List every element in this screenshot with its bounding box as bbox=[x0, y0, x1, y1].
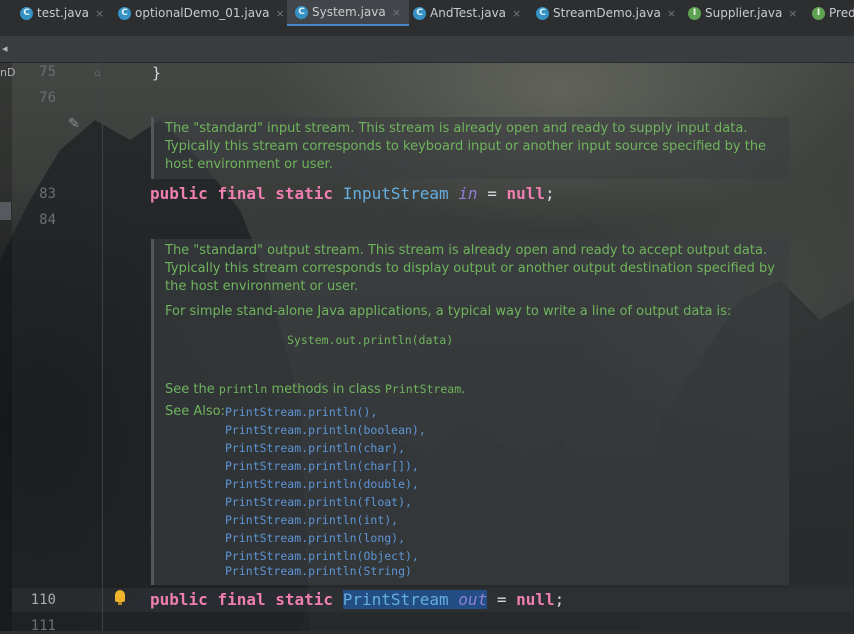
doc-para-2: For simple stand-alone Java applications… bbox=[165, 304, 732, 319]
see-also-link[interactable]: PrintStream.println(double), bbox=[225, 475, 426, 493]
field-name[interactable]: out bbox=[458, 590, 487, 609]
code-line-out-field[interactable]: public final static PrintStream out = nu… bbox=[150, 590, 564, 609]
keyword: public bbox=[150, 590, 208, 609]
javadoc-out-stream: The "standard" output stream. This strea… bbox=[151, 239, 789, 585]
tab-optionaldemo-java[interactable]: C optionalDemo_01.java × bbox=[118, 0, 285, 26]
class-icon: C bbox=[536, 6, 549, 20]
see-also-links: PrintStream.println(), PrintStream.print… bbox=[225, 403, 426, 578]
line-number: 75 bbox=[39, 64, 56, 80]
line-number: 111 bbox=[30, 618, 56, 634]
tab-test-java[interactable]: C test.java × bbox=[20, 0, 104, 26]
see-also-link[interactable]: PrintStream.println(long), bbox=[225, 529, 426, 547]
keyword: final bbox=[217, 590, 266, 609]
see-also-link[interactable]: PrintStream.println(char), bbox=[225, 439, 426, 457]
line-number: 110 bbox=[30, 592, 56, 608]
gutter-separator bbox=[102, 62, 103, 631]
semicolon: ; bbox=[554, 590, 565, 609]
close-icon[interactable]: × bbox=[392, 6, 401, 19]
see-also-label: See Also: bbox=[165, 404, 225, 419]
doc-example-code: System.out.println(data) bbox=[287, 333, 454, 347]
keyword: public bbox=[150, 184, 208, 203]
tab-label: System.java bbox=[312, 5, 386, 19]
close-icon[interactable]: × bbox=[512, 7, 521, 20]
tab-streamdemo-java[interactable]: C StreamDemo.java × bbox=[536, 0, 676, 26]
field-name[interactable]: in bbox=[458, 184, 477, 203]
operator: = bbox=[477, 184, 507, 203]
see-also-link[interactable]: PrintStream.println(), bbox=[225, 403, 426, 421]
interface-icon: I bbox=[688, 6, 701, 20]
tab-label: Supplier.java bbox=[705, 6, 783, 20]
class-icon: C bbox=[413, 6, 426, 20]
type-name[interactable]: InputStream bbox=[343, 184, 449, 203]
semicolon: ; bbox=[545, 184, 555, 203]
see-also-link[interactable]: PrintStream.println(float), bbox=[225, 493, 426, 511]
keyword: static bbox=[275, 184, 334, 203]
close-icon[interactable]: × bbox=[667, 7, 676, 20]
see-also-link[interactable]: PrintStream.println(int), bbox=[225, 511, 426, 529]
selected-text[interactable]: PrintStream out bbox=[342, 590, 488, 609]
javadoc-in-stream: The "standard" input stream. This stream… bbox=[151, 117, 789, 179]
keyword: final bbox=[217, 184, 266, 203]
see-also-link[interactable]: PrintStream.println(boolean), bbox=[225, 421, 426, 439]
doc-code: PrintStream bbox=[384, 382, 462, 396]
tab-label: StreamDemo.java bbox=[553, 6, 661, 20]
see-also-section: See Also: PrintStream.println(), PrintSt… bbox=[165, 403, 789, 578]
doc-text: See the bbox=[165, 382, 219, 397]
null-literal: null bbox=[516, 590, 555, 609]
class-icon: C bbox=[118, 6, 131, 20]
operator: = bbox=[487, 590, 517, 609]
editor-tab-strip bbox=[0, 36, 854, 63]
project-panel-edge[interactable]: nD bbox=[0, 62, 15, 631]
tab-supplier-java[interactable]: I Supplier.java × bbox=[688, 0, 798, 26]
see-also-link[interactable]: PrintStream.println(char[]), bbox=[225, 457, 426, 475]
tab-andtest-java[interactable]: C AndTest.java × bbox=[413, 0, 521, 26]
see-also-link[interactable]: PrintStream.println(String) bbox=[225, 565, 426, 578]
doc-text: methods in class bbox=[267, 382, 385, 397]
doc-para-1: The "standard" output stream. This strea… bbox=[165, 243, 775, 294]
interface-icon: I bbox=[812, 6, 825, 20]
keyword: static bbox=[275, 590, 334, 609]
code-line-in-field[interactable]: public final static InputStream in = nul… bbox=[150, 184, 555, 203]
lightbulb-icon[interactable] bbox=[115, 590, 125, 605]
doc-text: The "standard" input stream. This stream… bbox=[165, 121, 767, 172]
closing-brace: } bbox=[152, 64, 162, 82]
doc-text: . bbox=[461, 382, 466, 397]
see-also-link[interactable]: PrintStream.println(Object), bbox=[225, 547, 426, 565]
tab-system-java[interactable]: C System.java × bbox=[287, 0, 409, 26]
doc-code: println bbox=[218, 382, 268, 396]
tab-scroll-left-icon[interactable]: ◂ bbox=[2, 42, 8, 55]
tab-label: optionalDemo_01.java bbox=[135, 6, 270, 20]
line-number: 76 bbox=[39, 90, 56, 106]
tab-pred[interactable]: I Pred bbox=[812, 0, 854, 26]
type-name[interactable]: PrintStream bbox=[343, 590, 449, 609]
line-number: 84 bbox=[39, 212, 56, 228]
null-literal: null bbox=[506, 184, 545, 203]
tab-label: Pred bbox=[829, 6, 854, 20]
class-icon: C bbox=[20, 6, 33, 20]
fold-marker-icon[interactable]: ⌂ bbox=[94, 66, 104, 79]
tab-label: test.java bbox=[37, 6, 90, 20]
class-icon: C bbox=[295, 5, 308, 19]
close-icon[interactable]: × bbox=[276, 7, 285, 20]
line-number: 83 bbox=[39, 186, 56, 202]
edit-doc-pencil-icon[interactable]: ✎ bbox=[68, 116, 80, 132]
close-icon[interactable]: × bbox=[788, 7, 797, 20]
tab-label: AndTest.java bbox=[430, 6, 507, 20]
close-icon[interactable]: × bbox=[95, 7, 104, 20]
doc-see-println: See the println methods in class PrintSt… bbox=[165, 380, 789, 399]
